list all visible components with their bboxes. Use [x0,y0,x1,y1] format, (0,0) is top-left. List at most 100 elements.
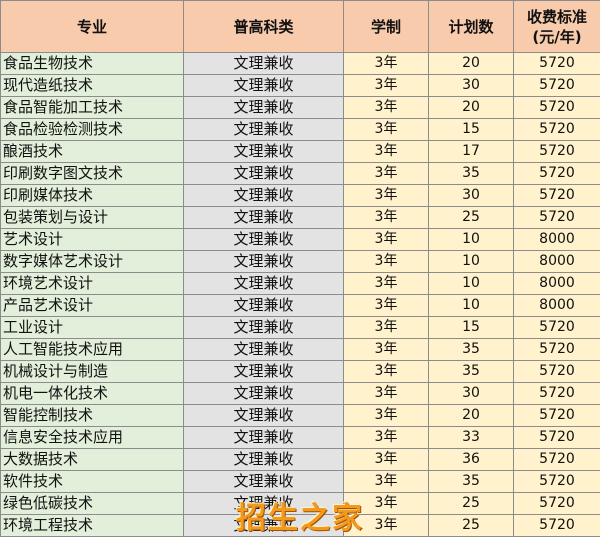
cell-plan: 20 [428,404,514,427]
cell-plan: 30 [428,184,514,207]
cell-plan: 33 [428,426,514,449]
cell-plan: 25 [428,514,514,537]
cell-years: 3年 [343,514,429,537]
cell-plan: 20 [428,96,514,119]
cell-plan: 35 [428,470,514,493]
cell-years: 3年 [343,74,429,97]
cell-subject: 文理兼收 [183,272,344,295]
cell-plan: 10 [428,294,514,317]
cell-fee: 5720 [513,338,600,361]
cell-major: 大数据技术 [0,448,184,471]
cell-years: 3年 [343,294,429,317]
cell-plan: 35 [428,338,514,361]
header-fee-line1: 收费标准 [526,7,587,26]
cell-major: 食品智能加工技术 [0,96,184,119]
cell-major: 人工智能技术应用 [0,338,184,361]
cell-years: 3年 [343,470,429,493]
cell-subject: 文理兼收 [183,162,344,185]
cell-years: 3年 [343,184,429,207]
cell-fee: 8000 [513,250,600,273]
cell-major: 食品检验检测技术 [0,118,184,141]
cell-years: 3年 [343,338,429,361]
cell-subject: 文理兼收 [183,184,344,207]
table-row: 食品生物技术 文理兼收 3年 20 5720 [0,52,600,75]
cell-years: 3年 [343,250,429,273]
cell-fee: 5720 [513,470,600,493]
cell-subject: 文理兼收 [183,338,344,361]
cell-subject: 文理兼收 [183,140,344,163]
cell-major: 艺术设计 [0,228,184,251]
cell-subject: 文理兼收 [183,250,344,273]
cell-fee: 5720 [513,52,600,75]
cell-fee: 5720 [513,448,600,471]
table-row: 机械设计与制造 文理兼收 3年 35 5720 [0,360,600,383]
cell-major: 数字媒体艺术设计 [0,250,184,273]
table-row: 机电一体化技术 文理兼收 3年 30 5720 [0,382,600,405]
enrollment-table: 专业 普高科类 学制 计划数 收费标准 (元/年) 食品生物技术 文理兼收 3年 20… [0,0,600,537]
cell-years: 3年 [343,272,429,295]
cell-years: 3年 [343,448,429,471]
cell-plan: 25 [428,492,514,515]
table-row: 食品检验检测技术 文理兼收 3年 15 5720 [0,118,600,141]
cell-plan: 30 [428,382,514,405]
table-header-row: 专业 普高科类 学制 计划数 收费标准 (元/年) [0,0,600,53]
cell-fee: 5720 [513,404,600,427]
cell-years: 3年 [343,118,429,141]
table-row: 印刷数字图文技术 文理兼收 3年 35 5720 [0,162,600,185]
cell-major: 印刷媒体技术 [0,184,184,207]
table-row: 软件技术 文理兼收 3年 35 5720 [0,470,600,493]
cell-fee: 5720 [513,514,600,537]
cell-plan: 17 [428,140,514,163]
table-body: 食品生物技术 文理兼收 3年 20 5720 现代造纸技术 文理兼收 3年 30 5720 食品智能… [0,52,600,537]
cell-plan: 25 [428,206,514,229]
cell-years: 3年 [343,140,429,163]
table-row: 智能控制技术 文理兼收 3年 20 5720 [0,404,600,427]
table-row: 包装策划与设计 文理兼收 3年 25 5720 [0,206,600,229]
table-row: 现代造纸技术 文理兼收 3年 30 5720 [0,74,600,97]
cell-major: 食品生物技术 [0,52,184,75]
cell-major: 产品艺术设计 [0,294,184,317]
cell-fee: 5720 [513,360,600,383]
table-row: 环境工程技术 文理兼收 3年 25 5720 [0,514,600,537]
cell-years: 3年 [343,492,429,515]
cell-major: 酿酒技术 [0,140,184,163]
cell-fee: 5720 [513,96,600,119]
cell-years: 3年 [343,206,429,229]
cell-subject: 文理兼收 [183,514,344,537]
table-row: 艺术设计 文理兼收 3年 10 8000 [0,228,600,251]
cell-fee: 8000 [513,228,600,251]
header-years: 学制 [343,0,429,53]
table-row: 产品艺术设计 文理兼收 3年 10 8000 [0,294,600,317]
cell-fee: 5720 [513,74,600,97]
table-row: 工业设计 文理兼收 3年 15 5720 [0,316,600,339]
cell-subject: 文理兼收 [183,96,344,119]
header-major: 专业 [0,0,184,53]
cell-subject: 文理兼收 [183,206,344,229]
cell-years: 3年 [343,162,429,185]
cell-subject: 文理兼收 [183,228,344,251]
table-row: 大数据技术 文理兼收 3年 36 5720 [0,448,600,471]
cell-fee: 5720 [513,162,600,185]
cell-fee: 8000 [513,272,600,295]
cell-major: 印刷数字图文技术 [0,162,184,185]
cell-plan: 15 [428,118,514,141]
cell-subject: 文理兼收 [183,470,344,493]
cell-plan: 36 [428,448,514,471]
cell-subject: 文理兼收 [183,448,344,471]
cell-major: 工业设计 [0,316,184,339]
cell-major: 环境工程技术 [0,514,184,537]
cell-subject: 文理兼收 [183,360,344,383]
cell-plan: 30 [428,74,514,97]
cell-major: 智能控制技术 [0,404,184,427]
cell-subject: 文理兼收 [183,404,344,427]
header-fee: 收费标准 (元/年) [513,0,600,53]
table-row: 人工智能技术应用 文理兼收 3年 35 5720 [0,338,600,361]
cell-subject: 文理兼收 [183,52,344,75]
header-fee-line2: (元/年) [532,27,582,46]
cell-major: 包装策划与设计 [0,206,184,229]
cell-fee: 5720 [513,316,600,339]
table-row: 绿色低碳技术 文理兼收 3年 25 5720 [0,492,600,515]
cell-plan: 10 [428,250,514,273]
table-row: 酿酒技术 文理兼收 3年 17 5720 [0,140,600,163]
cell-years: 3年 [343,382,429,405]
